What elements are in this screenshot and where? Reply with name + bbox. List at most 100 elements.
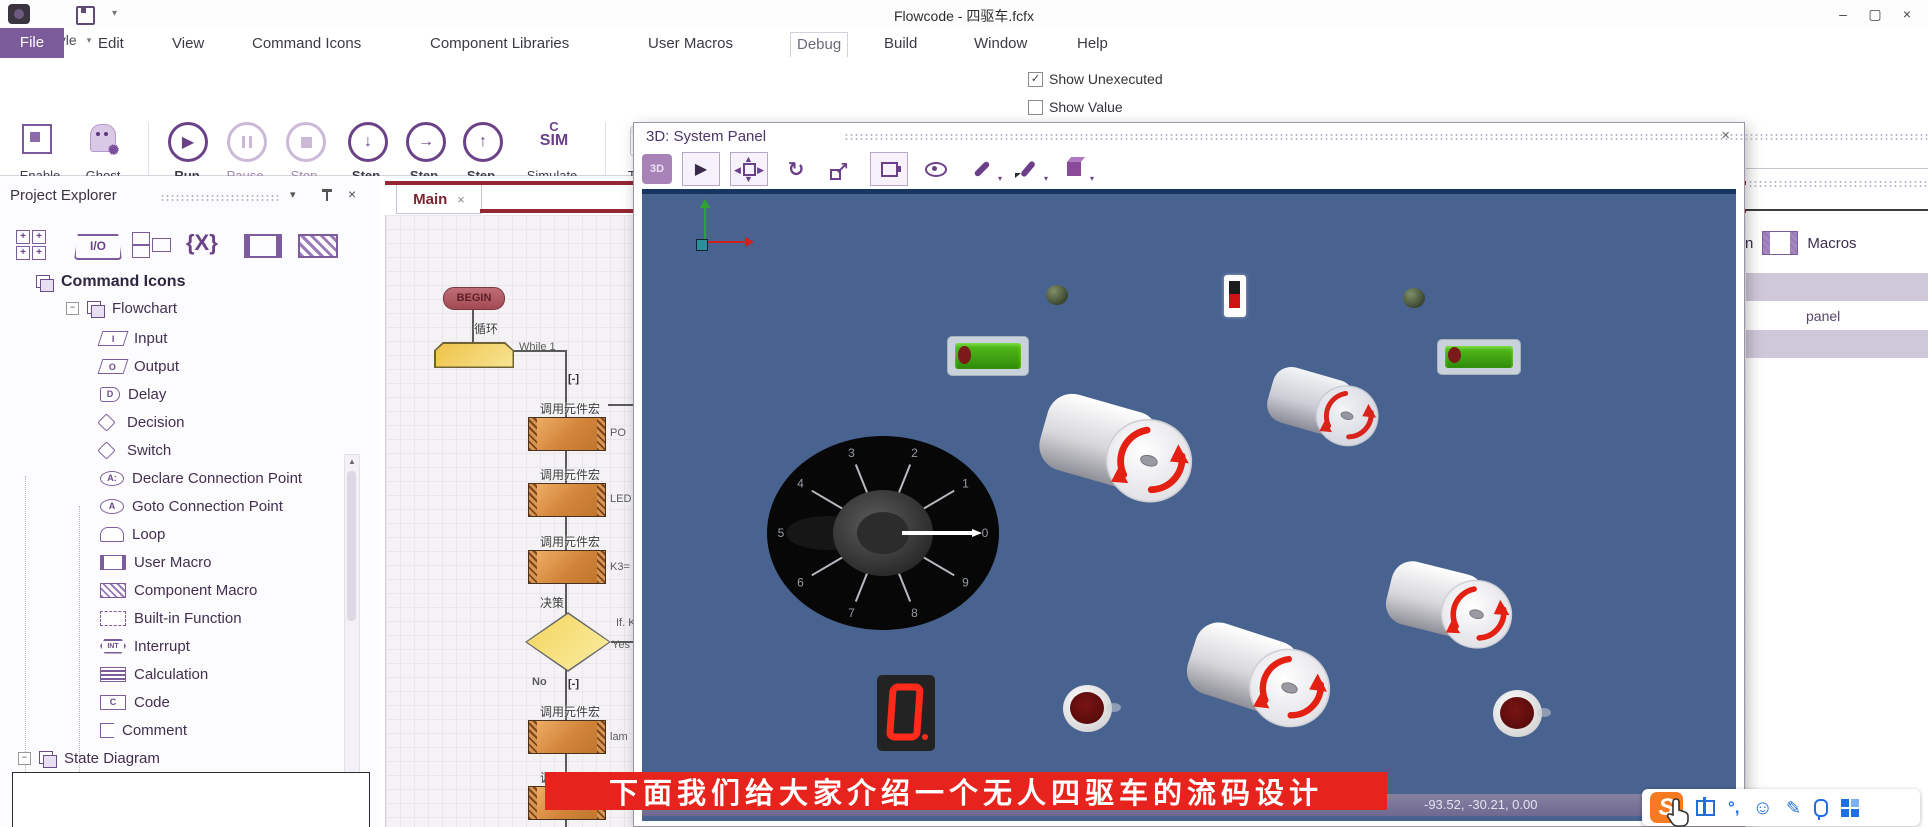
simulate-c-code-icon[interactable]: C SIM [534,120,574,149]
stop-icon[interactable] [286,122,326,162]
tree-root-command-icons[interactable]: Command Icons [36,270,185,294]
sidebar-item-user-macro[interactable]: User Macro [100,550,212,574]
tab-close-icon[interactable]: × [457,192,465,207]
wrench-tool-button[interactable]: ▾ [964,153,1000,185]
tree-item-state-diagram[interactable]: − State Diagram [18,746,160,770]
sidebar-item-declare-connection-point[interactable]: A: Declare Connection Point [100,466,302,490]
run-icon[interactable]: ▶ [168,122,208,162]
show-unexecuted-checkbox[interactable]: ✓ [1028,72,1043,87]
tree-item-flowchart[interactable]: − Flowchart [66,296,177,320]
select-tool-button[interactable]: ▶ [682,152,720,186]
grid-row[interactable] [1746,330,1928,358]
collapse-expander-icon[interactable]: − [18,752,31,765]
panel-menu-caret-icon[interactable]: ▾ [290,188,296,201]
sidebar-item-input[interactable]: I Input [100,326,167,350]
rotate-tool-button[interactable]: ↻ [778,153,814,185]
close-button[interactable]: × [1894,4,1920,24]
show-value-checkbox[interactable] [1028,100,1043,115]
menu-debug[interactable]: Debug [790,32,848,57]
ime-menu-grid-icon[interactable] [1841,799,1859,817]
step-out-icon[interactable]: ↑ [463,122,503,162]
motor[interactable] [1031,388,1202,512]
collapse-marker[interactable]: [-] [568,373,579,385]
collapse-expander-icon[interactable]: − [66,302,79,315]
grid-icon[interactable]: + + + + [16,230,46,260]
macro-caption: 调用元件宏 [540,466,600,483]
pencil-icon[interactable]: ✎ [1786,799,1801,817]
sidebar-item-calculation[interactable]: Calculation [100,662,208,686]
menu-build[interactable]: Build [878,32,923,56]
rotary-dial[interactable]: 0123456789 [766,434,1000,632]
red-push-button[interactable] [1063,685,1112,732]
sidebar-item-goto-connection-point[interactable]: A Goto Connection Point [100,494,283,518]
tab-main[interactable]: Main× [396,185,482,214]
seven-segment-display[interactable]: 0 [877,675,935,751]
grid-row[interactable] [1746,273,1928,301]
microphone-icon[interactable] [1814,799,1828,817]
sidebar-item-decision[interactable]: Decision [100,410,185,434]
panel-drag-texture[interactable] [1748,180,1928,189]
flow-component-macro[interactable] [528,720,606,754]
show-unexecuted-label[interactable]: Show Unexecuted [1049,71,1163,87]
grid-cell-panel[interactable]: panel [1806,308,1840,324]
sidebar-item-code[interactable]: C Code [100,690,170,714]
show-value-label[interactable]: Show Value [1049,99,1123,115]
motor[interactable] [1380,557,1519,655]
flow-loop-node[interactable] [434,342,514,368]
scrollbar-thumb[interactable] [347,471,356,621]
material-cube-button[interactable]: ▾ [1056,153,1092,185]
punctuation-icon[interactable]: °, [1728,799,1740,816]
enable-icd-icon[interactable] [22,124,52,154]
restore-button[interactable]: ▢ [1862,4,1888,24]
menu-command-icons[interactable]: Command Icons [246,32,367,56]
flow-component-macro[interactable] [528,483,606,517]
macros-label[interactable]: Macros [1807,235,1856,252]
scale-tool-button[interactable]: ↗ [824,153,860,185]
panel-drag-texture[interactable] [160,194,280,202]
sidebar-item-output[interactable]: O Output [100,354,179,378]
flow-begin-node[interactable]: BEGIN [443,287,505,310]
chinese-english-toggle-icon[interactable] [1696,800,1715,816]
menu-view[interactable]: View [166,32,210,56]
flow-component-macro[interactable] [528,550,606,584]
3d-viewport[interactable]: 0123456789 0 -93.52, -30.21, 0.00 [642,189,1736,821]
box-select-button[interactable] [870,152,908,186]
scroll-up-icon[interactable]: ▲ [348,457,356,466]
flow-decision-node[interactable] [525,612,611,672]
sidebar-item-delay[interactable]: D Delay [100,382,166,406]
3d-panel-close-icon[interactable]: × [1721,127,1730,144]
sidebar-item-interrupt[interactable]: INT Interrupt [100,634,190,658]
3d-system-panel-window[interactable]: 3D: System Panel × 3D ▶ ◀ ▶ ▲ ▼ ↻ ↗ ▾ [633,122,1745,827]
menu-edit[interactable]: Edit [92,32,130,56]
panel-close-icon[interactable]: × [348,186,356,202]
user-macro-icon[interactable] [244,234,282,258]
sidebar-item-loop[interactable]: Loop [100,522,165,546]
pause-icon[interactable] [227,122,267,162]
menu-file[interactable]: File [0,28,64,58]
menu-user-macros[interactable]: User Macros [642,32,739,56]
step-into-icon[interactable]: ↓ [348,122,388,162]
minimize-button[interactable]: – [1830,4,1856,24]
sidebar-item-built-in-function[interactable]: Built-in Function [100,606,242,630]
smiley-icon[interactable]: ☺ [1753,798,1773,818]
collapse-marker[interactable]: [-] [568,678,579,690]
motor[interactable] [1261,363,1385,453]
eye-visibility-button[interactable] [918,153,954,185]
menu-help[interactable]: Help [1071,32,1114,56]
motor[interactable] [1179,616,1341,737]
expression-icon[interactable]: {X} [186,230,218,256]
red-push-button[interactable] [1493,690,1542,737]
component-macro-icon[interactable] [298,234,338,258]
step-over-icon[interactable]: → [406,122,446,162]
sidebar-item-switch[interactable]: Switch [100,438,171,462]
window-drag-texture[interactable] [844,133,1928,141]
sidebar-item-component-macro[interactable]: Component Macro [100,578,257,602]
paint-tool-button[interactable]: ▾ [1010,153,1046,185]
io-icon[interactable]: I/O [74,234,122,260]
flow-component-macro[interactable] [528,417,606,451]
sidebar-item-comment[interactable]: Comment [100,718,187,742]
menu-window[interactable]: Window [968,32,1033,56]
pin-icon[interactable] [322,189,332,204]
move-tool-button[interactable]: ◀ ▶ ▲ ▼ [730,152,768,186]
menu-component-libraries[interactable]: Component Libraries [424,32,575,56]
